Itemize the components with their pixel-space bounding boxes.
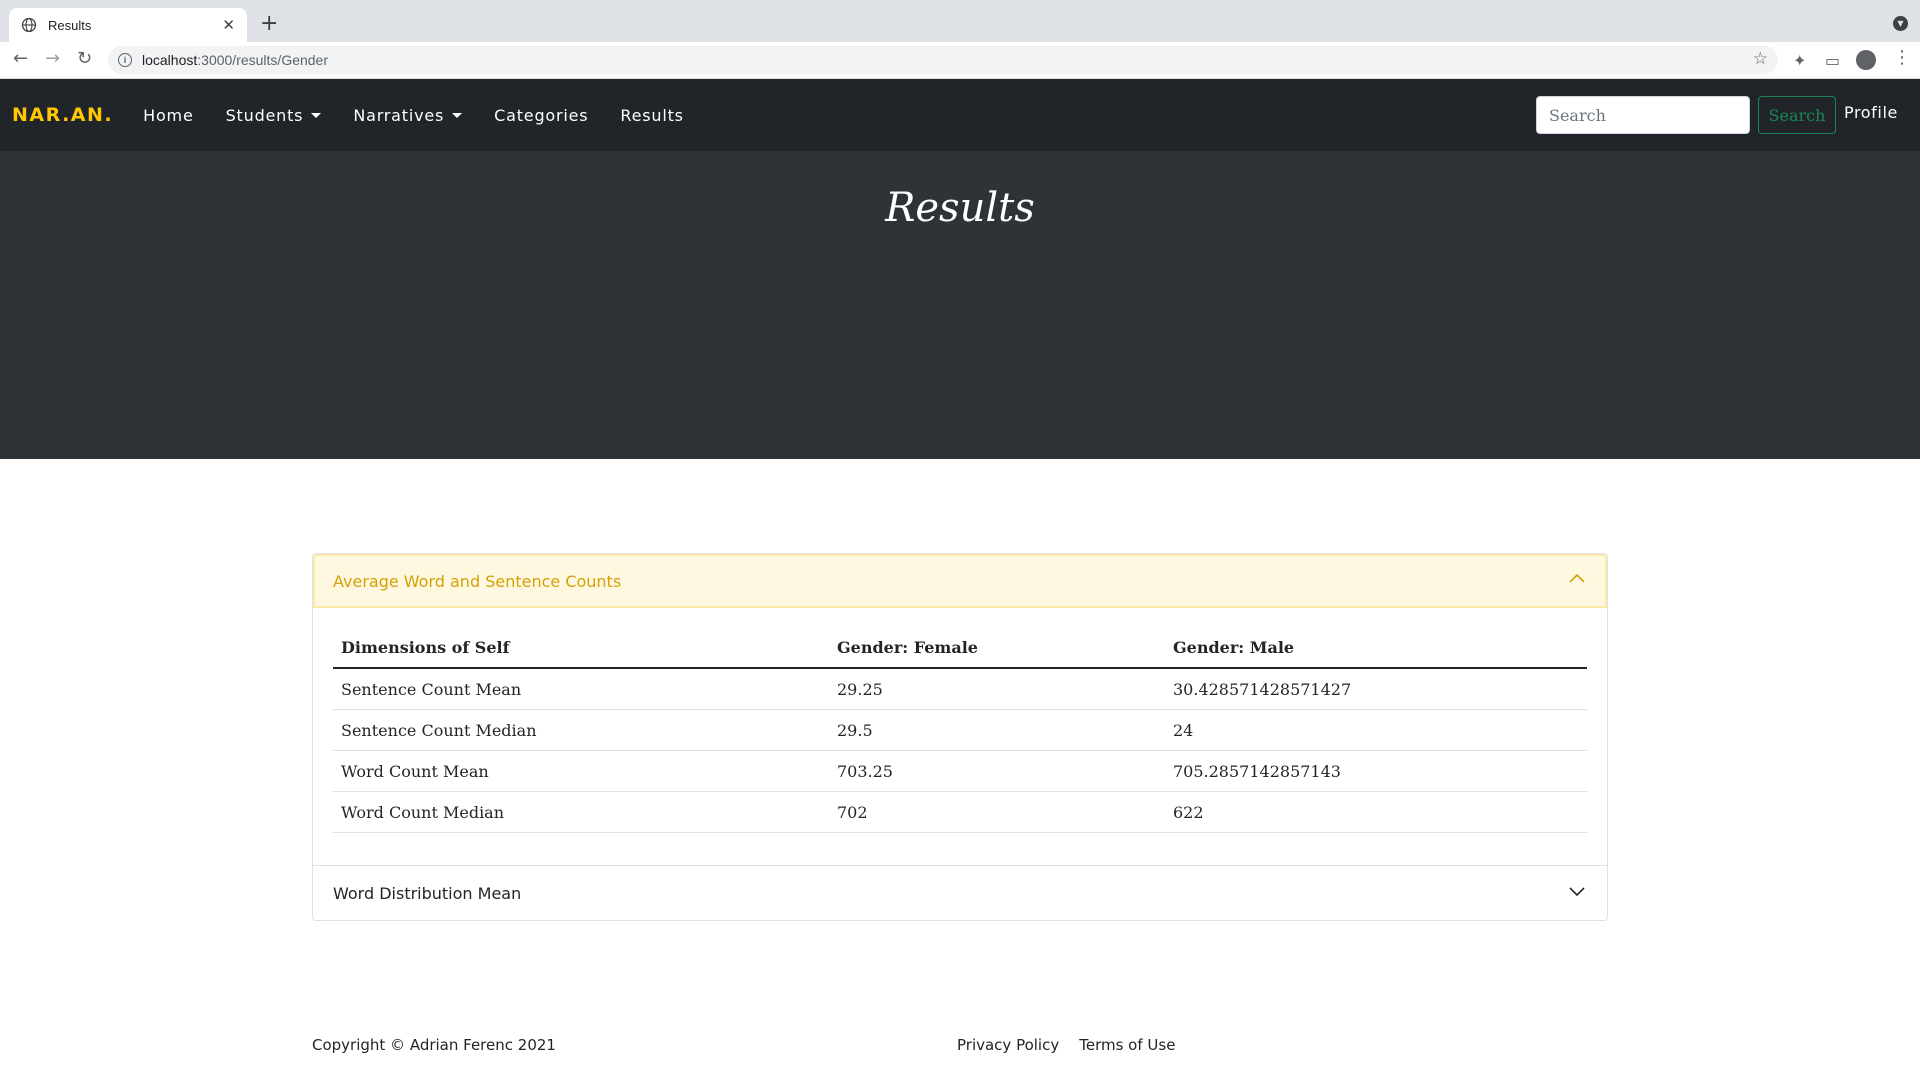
reload-icon[interactable]: ↻ — [77, 48, 92, 69]
browser-tab[interactable]: Results ✕ — [9, 8, 247, 42]
table-cell: 622 — [1165, 791, 1587, 833]
table-cell: Sentence Count Mean — [333, 668, 829, 710]
browser-profile-icon[interactable] — [1856, 50, 1876, 70]
column-header: Gender: Male — [1165, 628, 1587, 669]
nav-home[interactable]: Home — [127, 106, 209, 125]
tab-search-icon[interactable]: ▼ — [1893, 16, 1908, 31]
url-text: localhost:3000/results/Gender — [142, 52, 328, 68]
profile-link[interactable]: Profile — [1844, 103, 1898, 122]
caret-down-icon — [452, 112, 463, 118]
accordion-header-word-distribution[interactable]: Word Distribution Mean — [313, 866, 1607, 920]
table-cell: Sentence Count Median — [333, 709, 829, 751]
brand-logo[interactable]: NAR.AN. — [12, 104, 113, 126]
table-cell: 703.25 — [829, 750, 1165, 792]
table-cell: 29.5 — [829, 709, 1165, 751]
new-tab-button[interactable]: + — [260, 11, 278, 36]
privacy-policy-link[interactable]: Privacy Policy — [957, 1036, 1059, 1054]
table-cell: Word Count Mean — [333, 750, 829, 792]
counts-table: Dimensions of Self Gender: Female Gender… — [333, 628, 1587, 833]
cast-icon[interactable]: ▭ — [1825, 51, 1840, 70]
site-info-icon[interactable]: i — [118, 53, 132, 67]
nav-home-label: Home — [143, 105, 194, 125]
browser-menu-icon[interactable]: ⋮ — [1893, 47, 1911, 68]
accordion-header-word-sentence-counts[interactable]: Average Word and Sentence Counts — [313, 554, 1607, 608]
column-header: Dimensions of Self — [333, 628, 829, 669]
search-button[interactable]: Search — [1758, 96, 1836, 134]
url-host: localhost — [142, 52, 198, 68]
browser-tab-bar: Results ✕ + ▼ — [0, 0, 1920, 42]
accordion-title: Average Word and Sentence Counts — [333, 571, 622, 591]
results-accordion: Average Word and Sentence Counts Dimensi… — [312, 553, 1608, 921]
site-navbar: NAR.AN. Home Students Narratives Categor… — [0, 79, 1920, 151]
caret-down-icon — [311, 112, 322, 118]
column-header: Gender: Female — [829, 628, 1165, 669]
tab-title: Results — [48, 17, 92, 33]
nav-categories[interactable]: Categories — [478, 106, 604, 125]
chevron-down-icon — [1569, 887, 1585, 897]
page-header: Results — [0, 151, 1920, 459]
footer-links: Privacy Policy Terms of Use — [957, 1036, 1175, 1054]
footer-copyright: Copyright © Adrian Ferenc 2021 — [312, 1036, 556, 1054]
url-path: :3000/results/Gender — [197, 52, 329, 68]
globe-icon — [21, 17, 37, 33]
page-title: Results — [885, 185, 1035, 231]
table-row: Word Count Mean 703.25 705.2857142857143 — [333, 750, 1587, 792]
close-tab-icon[interactable]: ✕ — [222, 16, 235, 34]
accordion-title: Word Distribution Mean — [333, 883, 522, 903]
table-cell: Word Count Median — [333, 791, 829, 833]
bookmark-star-icon[interactable]: ☆ — [1753, 49, 1768, 69]
chevron-up-icon — [1569, 573, 1585, 583]
nav-categories-label: Categories — [494, 105, 589, 125]
address-bar[interactable]: i localhost:3000/results/Gender ☆ — [108, 46, 1778, 74]
nav-results[interactable]: Results — [604, 106, 699, 125]
table-header-row: Dimensions of Self Gender: Female Gender… — [333, 628, 1587, 669]
nav-narratives-dropdown[interactable]: Narratives — [337, 106, 478, 125]
terms-of-use-link[interactable]: Terms of Use — [1079, 1036, 1175, 1054]
accordion-body-word-sentence-counts: Dimensions of Self Gender: Female Gender… — [313, 608, 1607, 866]
table-cell: 30.428571428571427 — [1165, 668, 1587, 710]
table-row: Word Count Median 702 622 — [333, 791, 1587, 833]
forward-icon[interactable]: → — [45, 48, 60, 69]
nav-students-dropdown[interactable]: Students — [210, 106, 338, 125]
nav-narratives-label: Narratives — [353, 105, 445, 125]
table-row: Sentence Count Mean 29.25 30.42857142857… — [333, 668, 1587, 710]
back-icon[interactable]: ← — [13, 48, 28, 69]
nav-students-label: Students — [225, 105, 304, 125]
table-cell: 24 — [1165, 709, 1587, 751]
table-cell: 29.25 — [829, 668, 1165, 710]
table-cell: 702 — [829, 791, 1165, 833]
browser-toolbar: ← → ↻ i localhost:3000/results/Gender ☆ … — [0, 42, 1920, 79]
nav-results-label: Results — [620, 105, 684, 125]
nav-links: Home Students Narratives Categories Resu… — [127, 106, 700, 125]
table-cell: 705.2857142857143 — [1165, 750, 1587, 792]
search-input[interactable] — [1536, 96, 1750, 134]
table-row: Sentence Count Median 29.5 24 — [333, 709, 1587, 751]
extensions-icon[interactable]: ✦ — [1793, 51, 1806, 70]
